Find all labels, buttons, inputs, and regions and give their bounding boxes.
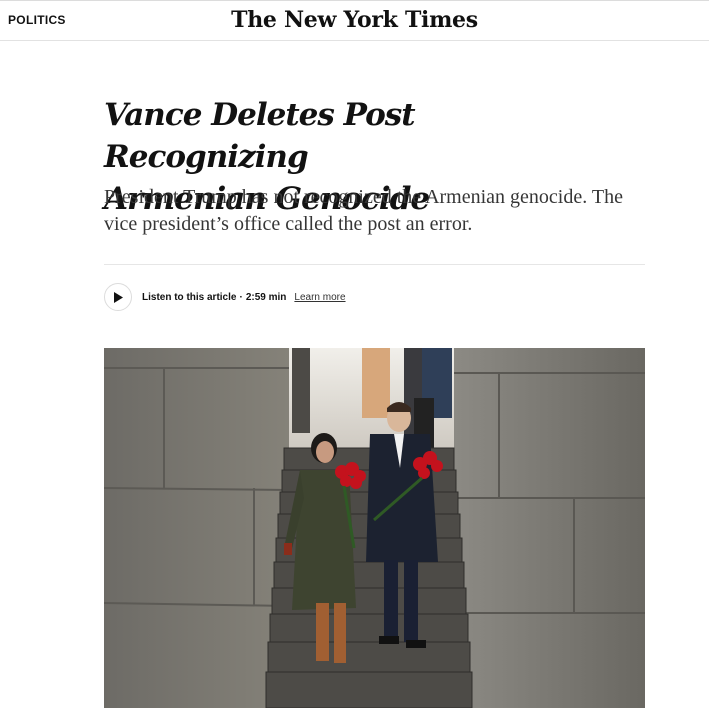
listen-label: Listen to this article (142, 291, 237, 303)
masthead-logo[interactable]: The New York Times (0, 7, 709, 33)
play-button[interactable] (104, 283, 132, 311)
photo-illustration (104, 348, 645, 708)
audio-separator: · (239, 291, 243, 303)
learn-more-link[interactable]: Learn more (294, 292, 345, 303)
article-photo (104, 348, 645, 708)
headline-line-1: Vance Deletes Post Recognizing (104, 97, 416, 175)
play-icon (114, 291, 123, 303)
audio-player: Listen to this article · 2:59 min Learn … (104, 282, 346, 312)
article-summary: President Trump has not recognized the A… (104, 186, 623, 235)
divider (104, 264, 645, 265)
audio-duration: 2:59 min (245, 291, 287, 303)
top-bar: POLITICS The New York Times (0, 0, 709, 41)
